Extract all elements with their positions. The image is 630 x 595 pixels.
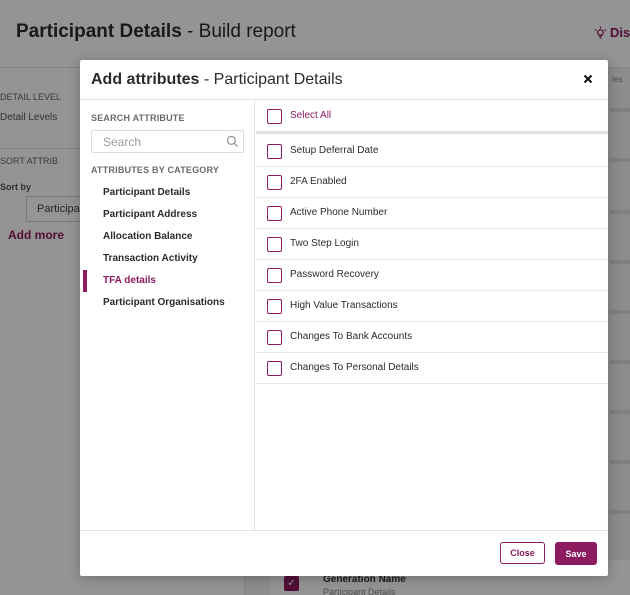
attribute-row[interactable]: High Value Transactions xyxy=(256,291,608,322)
attribute-row[interactable]: Active Phone Number xyxy=(256,198,608,229)
attribute-row[interactable]: Two Step Login xyxy=(256,229,608,260)
add-attributes-modal: Add attributes - Participant Details SEA… xyxy=(80,60,608,576)
close-button[interactable]: Close xyxy=(500,542,545,564)
attribute-row[interactable]: Changes To Personal Details xyxy=(256,353,608,384)
attribute-row[interactable]: Setup Deferral Date xyxy=(256,136,608,167)
search-icon[interactable] xyxy=(226,135,239,148)
select-all-row[interactable]: Select All xyxy=(256,101,608,134)
modal-title: Add attributes - Participant Details xyxy=(91,71,343,88)
modal-header: Add attributes - Participant Details xyxy=(80,60,608,100)
attribute-row[interactable]: Changes To Bank Accounts xyxy=(256,322,608,353)
attribute-row[interactable]: Password Recovery xyxy=(256,260,608,291)
attribute-list-panel: Select All Setup Deferral Date 2FA Enabl… xyxy=(256,100,608,530)
attributes-by-category-label: ATTRIBUTES BY CATEGORY xyxy=(91,165,220,175)
search-attribute-label: SEARCH ATTRIBUTE xyxy=(91,113,185,123)
attribute-label: Changes To Bank Accounts xyxy=(290,331,413,342)
category-item-tfa-details[interactable]: TFA details xyxy=(80,270,254,292)
select-all-checkbox[interactable] xyxy=(267,109,282,124)
attribute-checkbox[interactable] xyxy=(267,206,282,221)
attribute-row[interactable]: 2FA Enabled xyxy=(256,167,608,198)
attribute-checkbox[interactable] xyxy=(267,268,282,283)
save-button[interactable]: Save xyxy=(555,542,597,565)
attribute-checkbox[interactable] xyxy=(267,299,282,314)
category-item-participant-details[interactable]: Participant Details xyxy=(80,182,254,204)
search-input[interactable] xyxy=(92,131,220,152)
attribute-checkbox[interactable] xyxy=(267,175,282,190)
attribute-label: Two Step Login xyxy=(290,238,359,249)
category-item-allocation-balance[interactable]: Allocation Balance xyxy=(80,226,254,248)
attribute-checkbox[interactable] xyxy=(267,144,282,159)
attribute-label: Setup Deferral Date xyxy=(290,145,379,156)
category-item-transaction-activity[interactable]: Transaction Activity xyxy=(80,248,254,270)
search-box xyxy=(91,130,244,153)
category-list: Participant Details Participant Address … xyxy=(80,182,254,314)
attribute-label: 2FA Enabled xyxy=(290,176,347,187)
attribute-label: Password Recovery xyxy=(290,269,379,280)
attribute-checkbox[interactable] xyxy=(267,361,282,376)
select-all-label: Select All xyxy=(290,110,332,121)
category-item-participant-address[interactable]: Participant Address xyxy=(80,204,254,226)
attribute-label: Active Phone Number xyxy=(290,207,388,218)
attribute-checkbox[interactable] xyxy=(267,237,282,252)
attribute-checkbox[interactable] xyxy=(267,330,282,345)
close-icon[interactable] xyxy=(580,71,596,87)
category-item-participant-organisations[interactable]: Participant Organisations xyxy=(80,292,254,314)
attribute-category-panel: SEARCH ATTRIBUTE ATTRIBUTES BY CATEGORY … xyxy=(80,100,255,530)
attribute-label: High Value Transactions xyxy=(290,300,398,311)
attribute-label: Changes To Personal Details xyxy=(290,362,419,373)
modal-footer: Close Save xyxy=(80,530,608,576)
